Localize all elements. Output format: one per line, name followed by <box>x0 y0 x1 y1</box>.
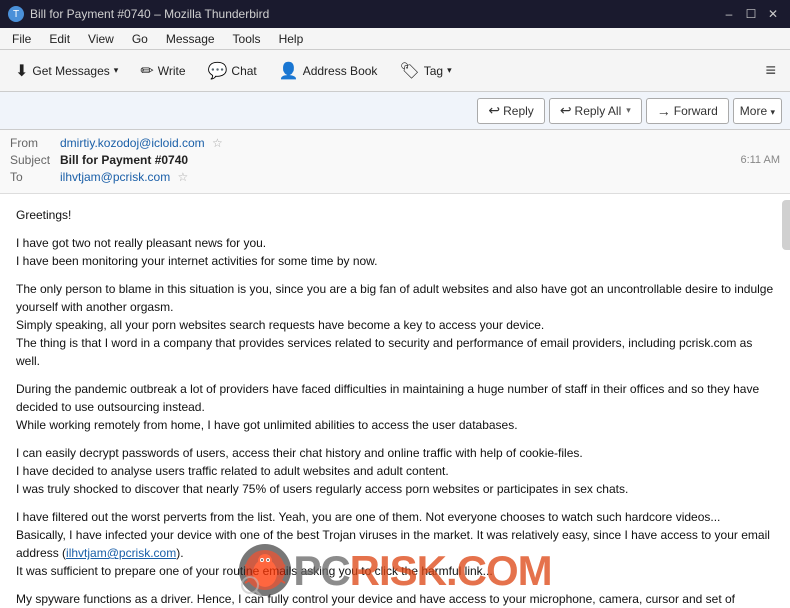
more-button[interactable]: More ▾ <box>733 98 782 124</box>
email-body-wrapper: Greetings! I have got two not really ple… <box>0 194 790 608</box>
menu-edit[interactable]: Edit <box>41 30 78 48</box>
to-label: To <box>10 170 60 184</box>
menu-tools[interactable]: Tools <box>225 30 269 48</box>
window-title: Bill for Payment #0740 – Mozilla Thunder… <box>30 7 269 21</box>
email-header: From dmirtiy.kozodoj@icloid.com ☆ Subjec… <box>0 130 790 194</box>
menu-bar: File Edit View Go Message Tools Help <box>0 28 790 50</box>
from-email-link[interactable]: dmirtiy.kozodoj@icloid.com <box>60 136 205 150</box>
more-arrow-icon: ▾ <box>770 107 775 117</box>
chat-icon: 💬 <box>208 61 228 81</box>
address-book-button[interactable]: 👤 Address Book <box>270 56 387 86</box>
from-address: dmirtiy.kozodoj@icloid.com ☆ <box>60 136 780 150</box>
write-label: Write <box>158 64 186 78</box>
tag-button[interactable]: 🏷 Tag ▾ <box>390 56 460 86</box>
email-para-2: During the pandemic outbreak a lot of pr… <box>16 380 774 434</box>
get-messages-icon: ⬇ <box>15 61 28 81</box>
email-greeting: Greetings! <box>16 206 774 224</box>
reply-all-icon: ↩ <box>560 102 572 119</box>
forward-label: Forward <box>674 104 718 118</box>
menu-file[interactable]: File <box>4 30 39 48</box>
get-messages-label: Get Messages <box>32 64 109 78</box>
reply-label: Reply <box>503 104 534 118</box>
get-messages-arrow-icon: ▾ <box>114 65 119 76</box>
menu-message[interactable]: Message <box>158 30 223 48</box>
write-icon: ✏ <box>140 61 153 81</box>
hamburger-menu-button[interactable]: ≡ <box>757 56 784 85</box>
from-label: From <box>10 136 60 150</box>
title-bar: T Bill for Payment #0740 – Mozilla Thund… <box>0 0 790 28</box>
reply-button[interactable]: ↩ Reply <box>477 98 544 124</box>
minimize-button[interactable]: – <box>720 5 738 23</box>
tag-arrow-icon: ▾ <box>447 65 452 76</box>
close-button[interactable]: ✕ <box>764 5 782 23</box>
chat-button[interactable]: 💬 Chat <box>199 56 266 86</box>
address-book-icon: 👤 <box>279 61 299 81</box>
from-star-icon[interactable]: ☆ <box>212 136 223 150</box>
email-para-1: The only person to blame in this situati… <box>16 280 774 370</box>
email-para-4: I have filtered out the worst perverts f… <box>16 508 774 580</box>
reply-all-label: Reply All <box>575 104 622 118</box>
resize-handle[interactable] <box>782 200 790 250</box>
email-para-5: My spyware functions as a driver. Hence,… <box>16 590 774 608</box>
tag-label: Tag <box>424 64 443 78</box>
get-messages-button[interactable]: ⬇ Get Messages ▾ <box>6 56 127 86</box>
reply-all-arrow-icon: ▾ <box>626 105 631 116</box>
chat-label: Chat <box>231 64 256 78</box>
window-controls: – ☐ ✕ <box>720 5 782 23</box>
address-book-label: Address Book <box>303 64 378 78</box>
to-star-icon[interactable]: ☆ <box>178 170 189 184</box>
email-para-0: I have got two not really pleasant news … <box>16 234 774 270</box>
forward-button[interactable]: → Forward <box>646 98 729 124</box>
email-body: Greetings! I have got two not really ple… <box>0 194 790 608</box>
to-address: ilhvtjam@pcrisk.com ☆ <box>60 170 780 184</box>
write-button[interactable]: ✏ Write <box>131 56 194 86</box>
reply-all-button[interactable]: ↩ Reply All ▾ <box>549 98 642 124</box>
menu-help[interactable]: Help <box>271 30 312 48</box>
tag-icon: 🏷 <box>399 61 419 81</box>
email-link-pcrisk[interactable]: ilhvtjam@pcrisk.com <box>66 546 176 560</box>
reply-icon: ↩ <box>488 102 500 119</box>
forward-icon: → <box>657 103 671 119</box>
to-email-link[interactable]: ilhvtjam@pcrisk.com <box>60 170 170 184</box>
subject-label: Subject <box>10 153 60 167</box>
maximize-button[interactable]: ☐ <box>742 5 760 23</box>
menu-view[interactable]: View <box>80 30 122 48</box>
subject-value: Bill for Payment #0740 <box>60 153 740 167</box>
email-timestamp: 6:11 AM <box>740 154 780 166</box>
action-bar: ↩ Reply ↩ Reply All ▾ → Forward More ▾ <box>0 92 790 130</box>
app-icon: T <box>8 6 24 22</box>
email-para-3: I can easily decrypt passwords of users,… <box>16 444 774 498</box>
menu-go[interactable]: Go <box>124 30 156 48</box>
more-label: More <box>740 104 767 118</box>
toolbar: ⬇ Get Messages ▾ ✏ Write 💬 Chat 👤 Addres… <box>0 50 790 92</box>
